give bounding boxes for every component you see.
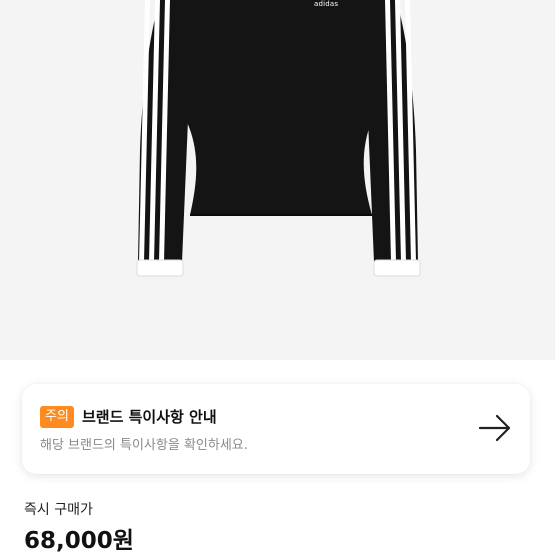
caution-badge: 주의	[40, 406, 74, 428]
instant-buy-price-label: 즉시 구매가	[24, 502, 93, 518]
price-value: 68,000원	[24, 528, 134, 554]
notice-title: 브랜드 특이사항 안내	[82, 408, 217, 426]
product-detail-page: adidas 주의 브랜드 특이사항 안내 해당 브랜드의 특이사항을 확인하세…	[0, 0, 555, 555]
long-sleeve-top-illustration	[136, 0, 421, 277]
arrow-right-icon[interactable]	[478, 414, 512, 442]
product-image[interactable]: adidas	[0, 0, 555, 360]
brand-notice-card[interactable]: 주의 브랜드 특이사항 안내 해당 브랜드의 특이사항을 확인하세요.	[22, 384, 530, 474]
brand-logo-text: adidas	[314, 0, 339, 8]
notice-subtitle: 해당 브랜드의 특이사항을 확인하세요.	[40, 438, 248, 453]
